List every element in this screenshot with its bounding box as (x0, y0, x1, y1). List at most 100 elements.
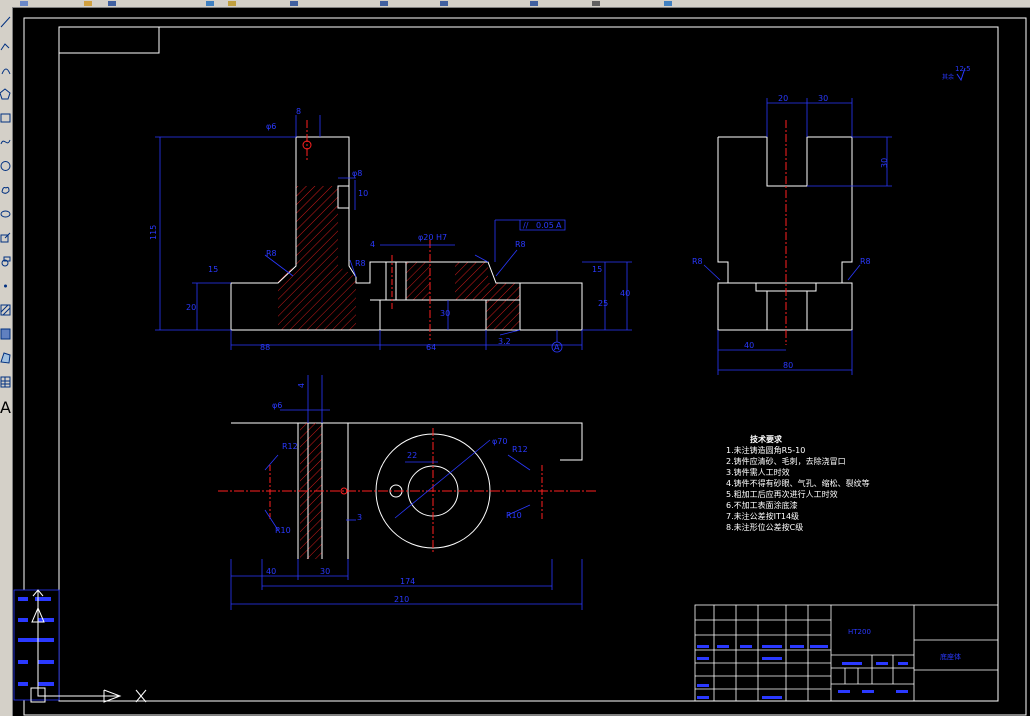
svg-text:其余: 其余 (942, 73, 954, 81)
top-dim-r12r: R12 (512, 445, 528, 454)
cut-icon[interactable] (228, 1, 236, 6)
tech-item: 3.铸件需人工时效 (726, 467, 790, 477)
front-groove (379, 299, 487, 331)
top-dim-70: φ70 (492, 437, 507, 446)
dim-cb: φ8 (352, 169, 362, 178)
side-outline (717, 136, 853, 331)
top-dim-3: 3 (357, 513, 362, 522)
side-dim-slot: 30 (880, 158, 889, 168)
copy-icon[interactable] (290, 1, 298, 6)
dim-64: 64 (426, 343, 436, 352)
help-icon[interactable] (664, 1, 672, 6)
revcloud-tool-icon[interactable] (0, 182, 11, 198)
dim-115: 115 (149, 225, 158, 240)
make-block-tool-icon[interactable] (0, 254, 11, 270)
top-dim-r10r: R10 (506, 511, 522, 520)
dim-8: 8 (296, 107, 301, 116)
tech-item: 6.不加工表面涂底漆 (726, 500, 798, 510)
top-dim-210: 210 (394, 595, 409, 604)
tech-item: 2.铸件应清砂、毛刺，去除浇冒口 (726, 456, 846, 466)
dim-88: 88 (260, 343, 270, 352)
open-file-icon[interactable] (84, 1, 92, 6)
top-dim-40: 40 (266, 567, 276, 576)
dim-15l: 15 (208, 265, 218, 274)
tech-item: 4.铸件不得有砂眼、气孔、缩松、裂纹等 (726, 478, 870, 488)
circle-tool-icon[interactable] (0, 158, 11, 174)
top-dim-174: 174 (400, 577, 415, 586)
tech-title: 技术要求 (750, 434, 783, 444)
drawing-canvas[interactable]: 12.5 其余 115 88 64 φ6 8 φ8 10 40 15 25 20… (13, 8, 1030, 716)
tech-item: 1.未注铸造圆角R5-10 (726, 445, 805, 455)
calculator-icon[interactable] (592, 1, 600, 6)
top-dim-hole: φ6 (272, 401, 282, 410)
properties-palette[interactable] (13, 589, 60, 701)
line-tool-icon[interactable] (0, 14, 11, 30)
tech-item: 5.粗加工后应再次进行人工时效 (726, 489, 838, 499)
undo-icon[interactable] (380, 1, 388, 6)
flatness-sym: // (523, 221, 529, 230)
drawing-border (23, 17, 1027, 716)
title-part-name: 底座体 (940, 652, 961, 661)
dim-r8-mid: R8 (355, 259, 366, 268)
arc-tool-icon[interactable] (0, 62, 11, 78)
side-dim-r8l: R8 (692, 257, 703, 266)
top-view: 4 φ6 R12 R10 22 φ70 R12 R10 3 40 30 174 … (218, 375, 596, 610)
new-file-icon[interactable] (20, 1, 28, 6)
dim-20: 20 (186, 303, 196, 312)
drawing-inner-frame (58, 26, 999, 702)
side-dim-30: 30 (818, 94, 828, 103)
dim-hole: φ6 (266, 122, 276, 131)
side-dim-20: 20 (778, 94, 788, 103)
roughness-value: 12.5 (955, 65, 971, 73)
tech-requirements: 技术要求 1.未注铸造圆角R5-10 2.铸件应清砂、毛刺，去除浇冒口 3.铸件… (726, 434, 870, 532)
dim-10: 10 (358, 189, 368, 198)
top-dim-22: 22 (407, 451, 417, 460)
front-hatch-mid (406, 262, 430, 300)
dim-15r: 15 (592, 265, 602, 274)
gradient-tool-icon[interactable] (0, 326, 11, 342)
side-dim-r8r: R8 (860, 257, 871, 266)
top-dim-30: 30 (320, 567, 330, 576)
dim-r8-right: R8 (515, 240, 526, 249)
hatch-tool-icon[interactable] (0, 302, 11, 318)
table-tool-icon[interactable] (0, 374, 11, 390)
flatness-val: 0.05 (536, 221, 554, 230)
tech-item: 8.未注形位公差按C级 (726, 522, 803, 532)
side-view: 20 30 30 R8 R8 40 80 (692, 94, 892, 375)
save-icon[interactable] (108, 1, 116, 6)
dim-30: 30 (440, 309, 450, 318)
text-tool-icon[interactable]: A (0, 398, 11, 417)
point-tool-icon[interactable] (0, 278, 11, 294)
dim-40: 40 (620, 289, 630, 298)
region-tool-icon[interactable] (0, 350, 11, 366)
title-block-cells (697, 645, 908, 699)
print-icon[interactable] (206, 1, 214, 6)
front-right-step (520, 282, 583, 331)
tech-item: 7.未注公差按IT14级 (726, 511, 799, 521)
pan-icon[interactable] (440, 1, 448, 6)
zoom-icon[interactable] (530, 1, 538, 6)
dim-boss: φ20 H7 (418, 233, 447, 242)
datum-label: A (554, 343, 560, 352)
title-material: HT200 (848, 628, 871, 636)
side-dim-80: 80 (783, 361, 793, 370)
side-dim-40: 40 (744, 341, 754, 350)
rectangle-tool-icon[interactable] (0, 110, 11, 126)
dim-25: 25 (598, 299, 608, 308)
flatness-datum: A (556, 221, 562, 230)
dim-r8-left: R8 (266, 249, 277, 258)
ellipse-tool-icon[interactable] (0, 206, 11, 222)
polyline-tool-icon[interactable] (0, 38, 11, 54)
top-dim-4: 4 (297, 383, 306, 388)
reference-box (58, 26, 160, 54)
polygon-tool-icon[interactable] (0, 86, 11, 102)
roughness-symbol: 12.5 其余 (942, 65, 971, 82)
dim-3.2: 3.2 (498, 337, 511, 346)
top-dim-r10l: R10 (275, 526, 291, 535)
insert-block-tool-icon[interactable] (0, 230, 11, 246)
front-counterbore (337, 185, 350, 209)
top-dim-r12l: R12 (282, 442, 298, 451)
front-view: 115 88 64 φ6 8 φ8 10 40 15 25 20 15 30 R… (149, 107, 632, 353)
dim-4: 4 (370, 240, 375, 249)
spline-tool-icon[interactable] (0, 134, 11, 150)
